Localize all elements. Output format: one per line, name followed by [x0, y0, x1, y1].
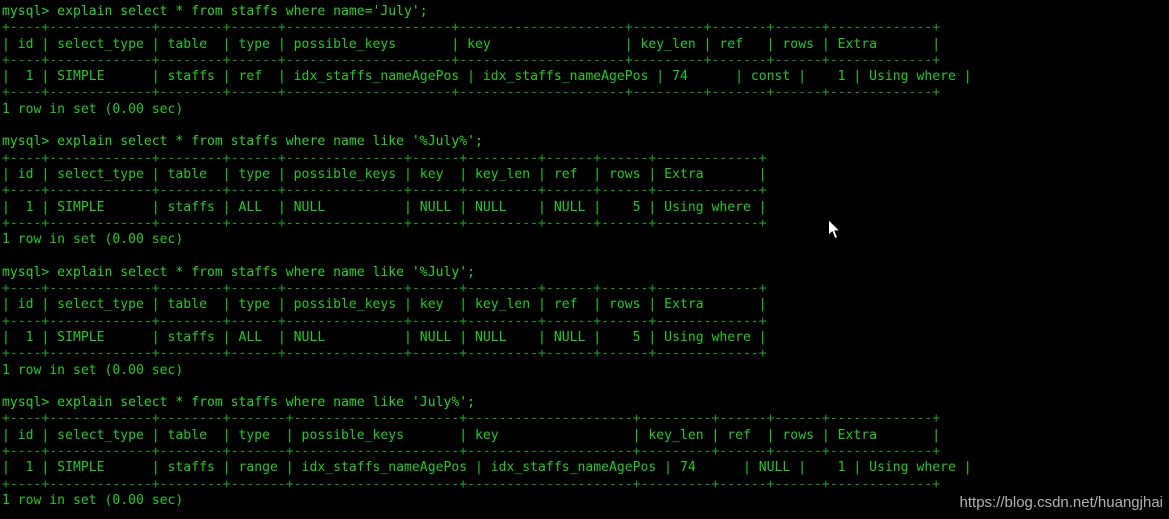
status-line-4: 1 row in set (0.00 sec) — [2, 492, 184, 508]
table-rule-top-1: +----+-------------+--------+------+----… — [2, 20, 941, 36]
table-rule-bottom-1: +----+-------------+--------+------+----… — [2, 85, 941, 101]
command-line-4: mysql> explain select * from staffs wher… — [2, 395, 475, 411]
table-rule-bottom-3: +----+-------------+--------+------+----… — [2, 346, 767, 362]
table-header-3: | id | select_type | table | type | poss… — [2, 297, 767, 313]
table-rule-mid-1: +----+-------------+--------+------+----… — [2, 52, 941, 68]
table-row-1: | 1 | SIMPLE | staffs | ref | idx_staffs… — [2, 69, 972, 85]
status-line-2: 1 row in set (0.00 sec) — [2, 232, 184, 248]
table-row-3: | 1 | SIMPLE | staffs | ALL | NULL | NUL… — [2, 329, 767, 345]
table-rule-bottom-2: +----+-------------+--------+------+----… — [2, 215, 767, 231]
table-rule-mid-3: +----+-------------+--------+------+----… — [2, 313, 767, 329]
table-header-2: | id | select_type | table | type | poss… — [2, 166, 767, 182]
status-line-1: 1 row in set (0.00 sec) — [2, 101, 184, 117]
table-rule-top-2: +----+-------------+--------+------+----… — [2, 150, 767, 166]
table-rule-top-4: +----+-------------+--------+-------+---… — [2, 411, 941, 427]
terminal-output[interactable]: mysql> explain select * from staffs wher… — [0, 0, 1169, 519]
table-rule-top-3: +----+-------------+--------+------+----… — [2, 281, 767, 297]
table-rule-mid-2: +----+-------------+--------+------+----… — [2, 183, 767, 199]
command-line-1: mysql> explain select * from staffs wher… — [2, 4, 428, 19]
table-row-4: | 1 | SIMPLE | staffs | range | idx_staf… — [2, 460, 972, 476]
command-line-2: mysql> explain select * from staffs wher… — [2, 134, 483, 150]
table-rule-mid-4: +----+-------------+--------+-------+---… — [2, 444, 941, 460]
table-row-2: | 1 | SIMPLE | staffs | ALL | NULL | NUL… — [2, 199, 767, 215]
command-line-3: mysql> explain select * from staffs wher… — [2, 264, 475, 280]
status-line-3: 1 row in set (0.00 sec) — [2, 362, 184, 378]
table-rule-bottom-4: +----+-------------+--------+-------+---… — [2, 476, 941, 492]
table-header-1: | id | select_type | table | type | poss… — [2, 36, 941, 52]
table-header-4: | id | select_type | table | type | poss… — [2, 427, 941, 443]
